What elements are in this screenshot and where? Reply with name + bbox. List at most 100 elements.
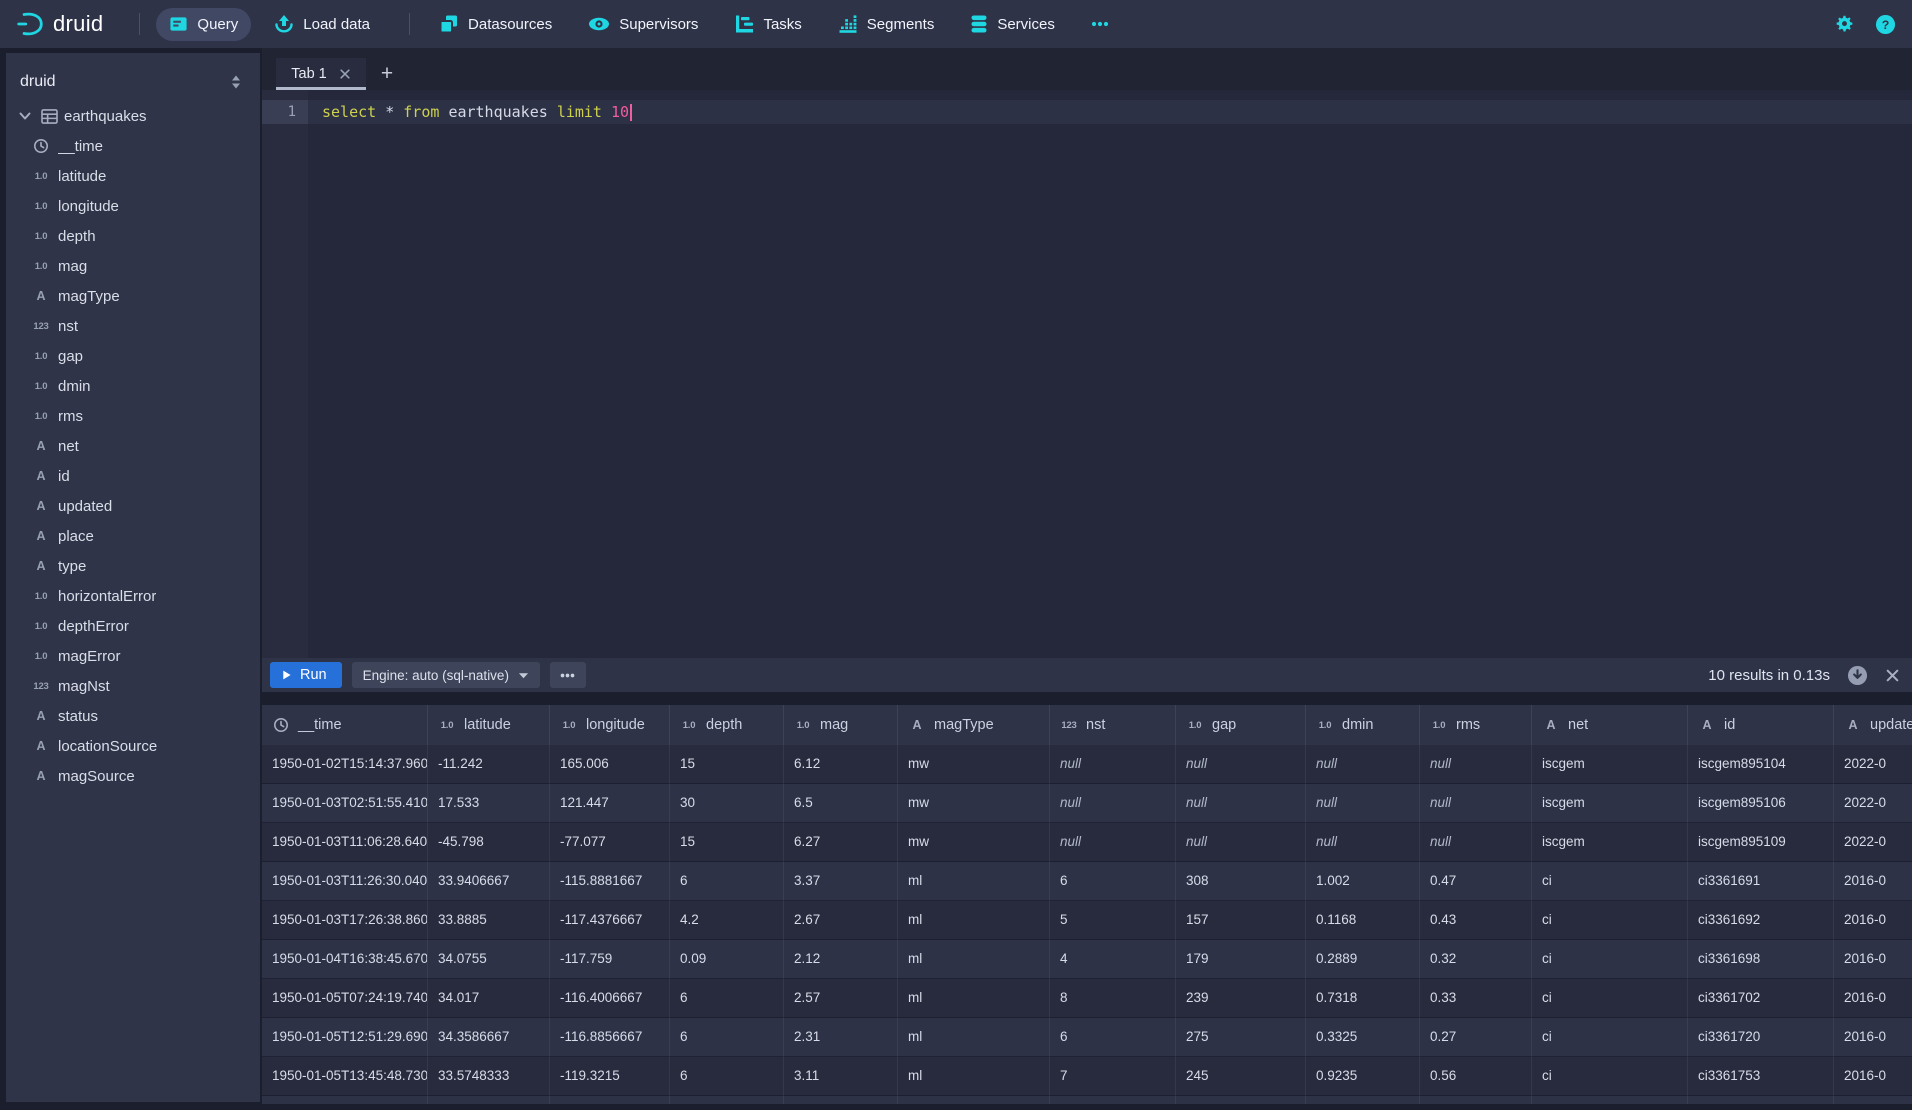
table-cell[interactable]: [670, 1096, 784, 1104]
table-cell[interactable]: 308: [1176, 862, 1306, 901]
table-cell[interactable]: 179: [1176, 940, 1306, 979]
table-cell[interactable]: 2016-0: [1834, 862, 1912, 901]
table-cell[interactable]: 2022-0: [1834, 745, 1912, 784]
sidebar-column-net[interactable]: A net: [6, 431, 260, 461]
table-cell[interactable]: null: [1420, 784, 1532, 823]
table-cell[interactable]: 4.2: [670, 901, 784, 940]
table-cell[interactable]: [1306, 1096, 1420, 1104]
table-cell[interactable]: 0.32: [1420, 940, 1532, 979]
table-cell[interactable]: 3.37: [784, 862, 898, 901]
table-cell[interactable]: 33.5748333: [428, 1057, 550, 1096]
table-cell[interactable]: ci3361692: [1688, 901, 1834, 940]
nav-item-query[interactable]: Query: [156, 8, 251, 41]
sql-query-line[interactable]: select * from earthquakes limit 10: [308, 100, 1912, 124]
sidebar-column-place[interactable]: A place: [6, 521, 260, 551]
table-cell[interactable]: [550, 1096, 670, 1104]
table-cell[interactable]: 0.7318: [1306, 979, 1420, 1018]
sidebar-column-depthError[interactable]: 1.0 depthError: [6, 611, 260, 641]
query-more-button[interactable]: [550, 662, 586, 688]
double-caret-vertical-icon[interactable]: [228, 74, 244, 90]
table-cell[interactable]: mw: [898, 745, 1050, 784]
sidebar-column-dmin[interactable]: 1.0 dmin: [6, 371, 260, 401]
table-cell[interactable]: [262, 1096, 428, 1104]
tab-close-icon[interactable]: [339, 68, 351, 80]
engine-select[interactable]: Engine: auto (sql-native): [352, 662, 540, 688]
table-cell[interactable]: 0.9235: [1306, 1057, 1420, 1096]
table-cell[interactable]: 33.8885: [428, 901, 550, 940]
sidebar-column-magNst[interactable]: 123 magNst: [6, 671, 260, 701]
gear-icon[interactable]: [1834, 14, 1855, 35]
table-cell[interactable]: 34.3586667: [428, 1018, 550, 1057]
table-cell[interactable]: ml: [898, 901, 1050, 940]
help-icon[interactable]: ?: [1875, 14, 1896, 35]
sidebar-column-__time[interactable]: __time: [6, 131, 260, 161]
table-cell[interactable]: 4: [1050, 940, 1176, 979]
column-header-dmin[interactable]: 1.0 dmin: [1306, 705, 1420, 745]
table-cell[interactable]: ci3361720: [1688, 1018, 1834, 1057]
table-cell[interactable]: -117.4376667: [550, 901, 670, 940]
table-cell[interactable]: null: [1306, 745, 1420, 784]
table-row[interactable]: 1950-01-02T15:14:37.960Z -11.242 165.006…: [262, 745, 1912, 784]
table-cell[interactable]: -115.8881667: [550, 862, 670, 901]
table-cell[interactable]: 6: [1050, 862, 1176, 901]
table-cell[interactable]: null: [1050, 745, 1176, 784]
table-row[interactable]: 1950-01-05T12:51:29.690Z 34.3586667 -116…: [262, 1018, 1912, 1057]
table-cell[interactable]: 1950-01-04T16:38:45.670Z: [262, 940, 428, 979]
table-row[interactable]: 1950-01-03T17:26:38.860Z 33.8885 -117.43…: [262, 901, 1912, 940]
table-cell[interactable]: 0.3325: [1306, 1018, 1420, 1057]
table-cell[interactable]: 7: [1050, 1057, 1176, 1096]
table-cell[interactable]: 275: [1176, 1018, 1306, 1057]
table-cell[interactable]: [1176, 1096, 1306, 1104]
table-cell[interactable]: null: [1050, 784, 1176, 823]
table-cell[interactable]: 3.11: [784, 1057, 898, 1096]
table-cell[interactable]: 1950-01-05T12:51:29.690Z: [262, 1018, 428, 1057]
table-row[interactable]: 1950-01-03T02:51:55.410Z 17.533 121.447 …: [262, 784, 1912, 823]
table-cell[interactable]: 8: [1050, 979, 1176, 1018]
table-cell[interactable]: ci: [1532, 979, 1688, 1018]
table-cell[interactable]: mw: [898, 784, 1050, 823]
sidebar-column-updated[interactable]: A updated: [6, 491, 260, 521]
table-cell[interactable]: 0.47: [1420, 862, 1532, 901]
table-cell[interactable]: null: [1306, 823, 1420, 862]
sidebar-column-magType[interactable]: A magType: [6, 281, 260, 311]
table-row[interactable]: 1950-01-04T16:38:45.670Z 34.0755 -117.75…: [262, 940, 1912, 979]
column-header-rms[interactable]: 1.0 rms: [1420, 705, 1532, 745]
table-cell[interactable]: ci: [1532, 901, 1688, 940]
table-cell[interactable]: [784, 1096, 898, 1104]
column-header-depth[interactable]: 1.0 depth: [670, 705, 784, 745]
table-cell[interactable]: 1950-01-02T15:14:37.960Z: [262, 745, 428, 784]
run-button[interactable]: Run: [270, 662, 342, 688]
table-cell[interactable]: 2016-0: [1834, 1057, 1912, 1096]
table-cell[interactable]: 2022-0: [1834, 823, 1912, 862]
column-header-id[interactable]: A id: [1688, 705, 1834, 745]
table-cell[interactable]: ci: [1532, 940, 1688, 979]
table-cell[interactable]: null: [1306, 784, 1420, 823]
table-cell[interactable]: 0.33: [1420, 979, 1532, 1018]
table-cell[interactable]: 1950-01-03T11:26:30.040Z: [262, 862, 428, 901]
table-cell[interactable]: 157: [1176, 901, 1306, 940]
sidebar-column-rms[interactable]: 1.0 rms: [6, 401, 260, 431]
table-cell[interactable]: ml: [898, 862, 1050, 901]
sidebar-column-mag[interactable]: 1.0 mag: [6, 251, 260, 281]
sidebar-column-gap[interactable]: 1.0 gap: [6, 341, 260, 371]
table-cell[interactable]: ci3361702: [1688, 979, 1834, 1018]
table-cell[interactable]: 2022-0: [1834, 784, 1912, 823]
sidebar-column-magError[interactable]: 1.0 magError: [6, 641, 260, 671]
table-cell[interactable]: 1950-01-03T02:51:55.410Z: [262, 784, 428, 823]
table-cell[interactable]: [1532, 1096, 1688, 1104]
table-cell[interactable]: [1688, 1096, 1834, 1104]
table-row[interactable]: 1950-01-05T07:24:19.740Z 34.017 -116.400…: [262, 979, 1912, 1018]
table-cell[interactable]: 0.43: [1420, 901, 1532, 940]
table-cell[interactable]: iscgem895109: [1688, 823, 1834, 862]
table-cell[interactable]: 1950-01-05T13:45:48.730Z: [262, 1057, 428, 1096]
table-cell[interactable]: 121.447: [550, 784, 670, 823]
nav-more-menu-button[interactable]: [1078, 14, 1122, 34]
table-cell[interactable]: 2016-0: [1834, 901, 1912, 940]
table-cell[interactable]: 1950-01-05T07:24:19.740Z: [262, 979, 428, 1018]
table-cell[interactable]: 6: [670, 979, 784, 1018]
sidebar-column-locationSource[interactable]: A locationSource: [6, 731, 260, 761]
table-cell[interactable]: 1.002: [1306, 862, 1420, 901]
column-header-__time[interactable]: __time: [262, 705, 428, 745]
sidebar-column-id[interactable]: A id: [6, 461, 260, 491]
table-cell[interactable]: ci: [1532, 1018, 1688, 1057]
